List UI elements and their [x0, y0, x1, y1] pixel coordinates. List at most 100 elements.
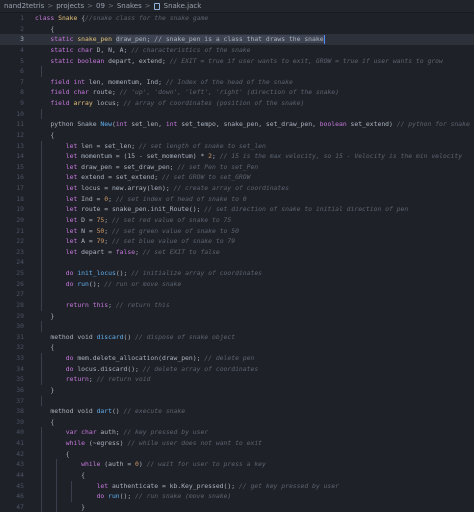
code-token: // set red value of snake to 75 — [111, 215, 232, 224]
code-token: { — [35, 417, 55, 426]
indent-guide — [41, 172, 42, 183]
code-line[interactable]: 10 — [0, 108, 474, 120]
code-line[interactable]: 39 { — [0, 417, 474, 428]
code-line[interactable]: 28 return this; // return this — [0, 299, 474, 311]
indent-guide — [41, 289, 42, 300]
code-line[interactable]: 42 { — [0, 448, 474, 460]
code-line[interactable]: 14 let momentum = (15 - set_momentum) * … — [0, 151, 474, 162]
code-token: ; — [212, 152, 220, 161]
code-line[interactable]: 4 static char D, N, A; // characteristic… — [0, 45, 474, 56]
code-text: let len = set_len; // set length of snak… — [35, 141, 266, 152]
breadcrumb-item[interactable]: Snake.jack — [164, 2, 202, 10]
line-number: 6 — [20, 67, 24, 76]
code-line[interactable]: 41 while (~egress) // while user does no… — [0, 438, 474, 449]
line-number: 35 — [16, 375, 24, 384]
code-token: //snake class for the snake game — [85, 14, 209, 22]
code-token: ; — [104, 215, 112, 224]
breadcrumb-item[interactable]: Snakes — [117, 2, 142, 10]
code-text: return this; // return this — [35, 300, 170, 311]
code-line[interactable]: 32 { — [0, 342, 474, 353]
code-line[interactable]: 47 } — [0, 501, 474, 512]
code-text: } — [35, 311, 54, 322]
code-line[interactable]: 19 let route = snake_pen.init_Route(); /… — [0, 204, 474, 215]
code-line[interactable]: 3 static snake_pen draw_pen; // snake_pe… — [0, 34, 474, 45]
indent-guide — [41, 246, 42, 258]
code-text: do run(); // run snake (move snake) — [35, 491, 232, 502]
code-token: ) — [138, 460, 147, 469]
code-line[interactable]: 40 var char auth; // key pressed by user — [0, 427, 474, 438]
code-text: { — [35, 24, 54, 35]
chevron-right-icon: > — [47, 2, 54, 10]
code-token: momentum = (15 - set_momentum) * — [81, 152, 209, 161]
code-line[interactable]: 13 let len = set_len; // set length of s… — [0, 140, 474, 152]
code-line[interactable]: 29 } — [0, 311, 474, 322]
line-number: 21 — [16, 226, 24, 235]
breadcrumb-item[interactable]: nand2tetris — [4, 2, 44, 10]
code-text: let authenticate = kb.Key_pressed(); // … — [35, 481, 339, 492]
line-number: 17 — [16, 184, 24, 192]
code-line[interactable]: 35 return; // return void — [0, 374, 474, 385]
code-token: locus.discard(); — [77, 364, 143, 373]
code-text: method void discard() // dispose of snak… — [35, 332, 235, 343]
code-line[interactable]: 26 do run(); // run or move snake — [0, 278, 474, 290]
code-line[interactable]: 15 let draw_pen = set_draw_pen; // set P… — [0, 161, 474, 173]
code-line[interactable]: 34 do locus.discard(); // delete array o… — [0, 363, 474, 375]
code-token: // set Pen to set_Pen — [177, 162, 259, 171]
code-token: () — [123, 332, 136, 341]
code-token: // run snake (move snake) — [135, 492, 232, 501]
line-number: 16 — [16, 173, 24, 182]
indent-guide — [41, 66, 42, 77]
code-line[interactable]: 36 } — [0, 385, 474, 396]
indent-guide — [56, 480, 57, 492]
code-line[interactable]: 18 let Ind = 0; // set index of head of … — [0, 193, 474, 205]
code-line[interactable]: 8 field char route; // 'up', 'down', 'le… — [0, 87, 474, 98]
code-line[interactable]: 45 let authenticate = kb.Key_pressed(); … — [0, 480, 474, 492]
code-line[interactable]: 2 { — [0, 24, 474, 35]
breadcrumb-item[interactable]: 09 — [96, 2, 105, 10]
code-line[interactable]: 30 — [0, 321, 474, 332]
code-line[interactable]: 46 do run(); // run snake (move snake) — [0, 491, 474, 502]
breadcrumb-item[interactable]: projects — [56, 2, 84, 10]
code-token: int — [115, 120, 132, 129]
code-line[interactable]: 21 let N = 50; // set green value of sna… — [0, 225, 474, 237]
indent-guide — [41, 108, 42, 120]
code-line[interactable]: 9 field array locus; // array of coordin… — [0, 98, 474, 109]
code-line[interactable]: 6 — [0, 66, 474, 77]
code-line[interactable]: 37 — [0, 395, 474, 407]
code-line[interactable]: 33 do mem.delete_allocation(draw_pen); /… — [0, 353, 474, 364]
code-text: } — [35, 385, 54, 396]
chevron-right-icon: > — [144, 2, 151, 10]
code-line[interactable]: 25 do init_locus(); // initialize array … — [0, 268, 474, 279]
code-line[interactable]: 23 let depart = false; // set EXIT to fa… — [0, 246, 474, 258]
code-line[interactable]: 31 method void discard() // dispose of s… — [0, 332, 474, 343]
code-line[interactable]: 16 let extend = set_extend; // set GROW … — [0, 172, 474, 183]
code-line[interactable]: 24 — [0, 257, 474, 268]
code-token: // delete pen — [204, 354, 255, 362]
code-line[interactable]: 1 class Snake {//snake class for the snak… — [0, 13, 474, 24]
code-line[interactable]: 43 while (auth = 0) // wait for user to … — [0, 459, 474, 470]
code-line[interactable]: 7 field int len, momentum, Ind; // Index… — [0, 77, 474, 88]
code-token: len, momentum, Ind; — [88, 77, 166, 86]
code-line[interactable]: 44 { — [0, 469, 474, 481]
line-number: 1 — [20, 14, 24, 22]
indent-guide — [41, 236, 42, 247]
code-token: N = — [81, 226, 97, 235]
indent-guide — [56, 501, 57, 512]
code-line[interactable]: 27 — [0, 289, 474, 300]
code-line[interactable]: 20 let D = 75; // set red value of snake… — [0, 214, 474, 226]
code-token: // 'up', 'down', 'left', 'right' (direct… — [119, 88, 339, 97]
code-editor[interactable]: 1 class Snake {//snake class for the snak… — [0, 13, 474, 512]
code-line[interactable]: 38 method void dart() // execute snake — [0, 406, 474, 417]
code-token: this — [92, 300, 109, 309]
line-number: 36 — [16, 385, 24, 394]
code-line[interactable]: 12 { — [0, 130, 474, 141]
code-line[interactable]: 11 python Snake New(int set_len, int set… — [0, 119, 474, 130]
code-line[interactable]: 17 let locus = new.array(len); // create… — [0, 183, 474, 194]
code-line[interactable]: 5 static boolean depart, extend; // EXIT… — [0, 56, 474, 67]
code-line[interactable]: 22 let A = 79; // set blue value of snak… — [0, 236, 474, 247]
